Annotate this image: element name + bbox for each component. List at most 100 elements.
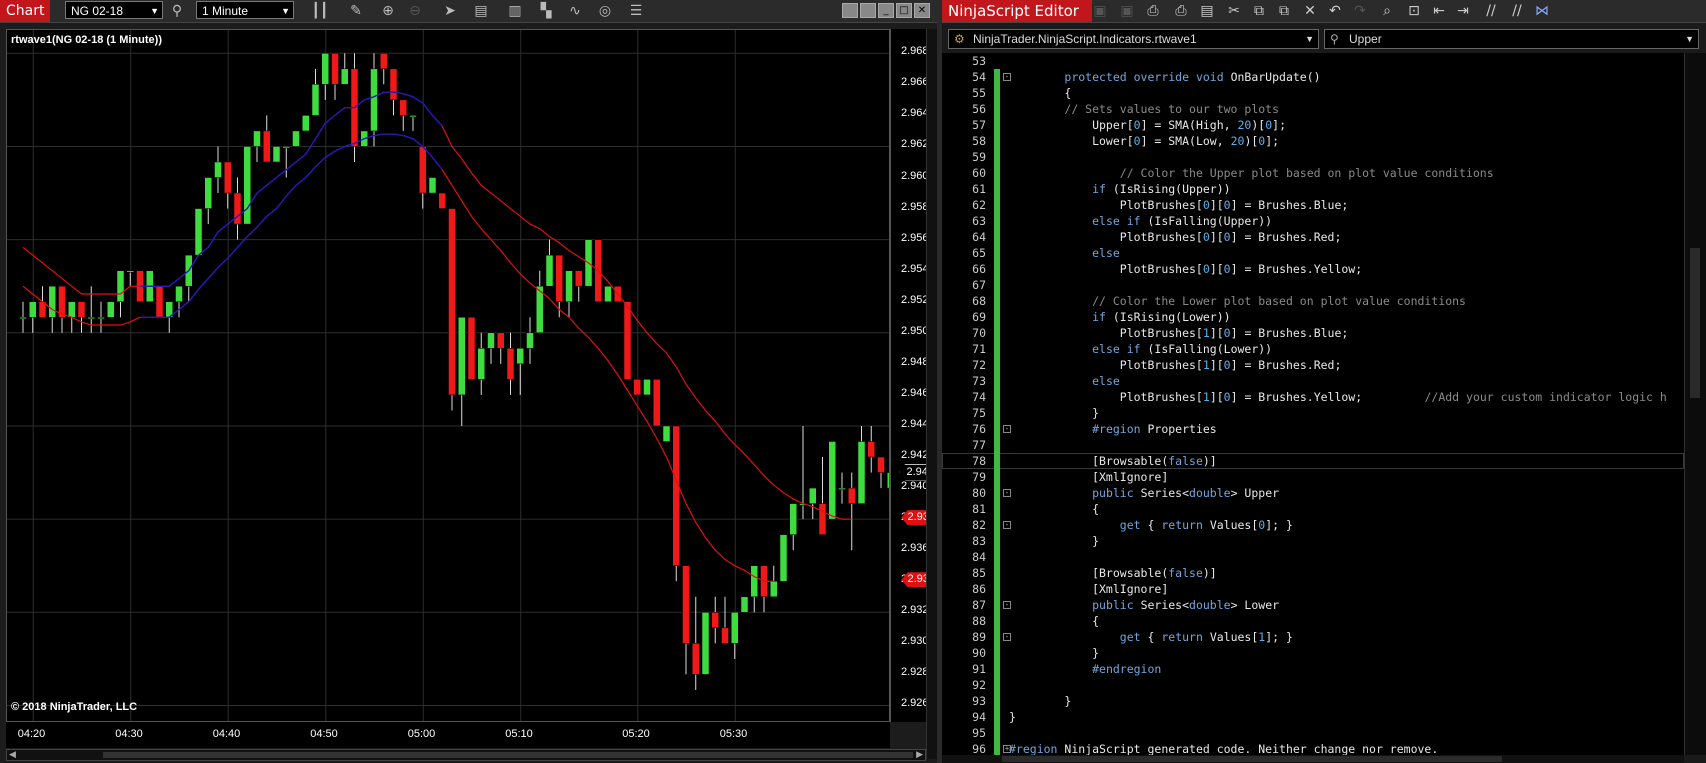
scroll-right-icon[interactable]: ▶ bbox=[916, 750, 923, 760]
file-selector[interactable]: ⚙ NinjaTrader.NinjaScript.Indicators.rtw… bbox=[948, 29, 1319, 49]
chart-plot-area[interactable]: rtwave1(NG 02-18 (1 Minute)) © 2018 Ninj… bbox=[6, 29, 890, 722]
bar-type-icon[interactable]: ┃┃ bbox=[311, 2, 329, 20]
time-axis[interactable]: 04:20 04:30 04:40 04:50 05:00 05:10 05:20 05:30 bbox=[6, 722, 890, 748]
code-line[interactable]: 79 [XmlIgnore] bbox=[942, 469, 1684, 485]
close-icon[interactable]: ✕ bbox=[914, 3, 930, 18]
code-line[interactable]: 55 { bbox=[942, 85, 1684, 101]
pencil-icon[interactable]: ✎ bbox=[347, 2, 365, 20]
indicators-icon[interactable]: ∿ bbox=[566, 2, 584, 20]
zoom-out-icon[interactable]: ⊖ bbox=[406, 2, 424, 20]
editor-tab[interactable]: NinjaScript Editor bbox=[942, 0, 1092, 22]
code-line[interactable]: 94} bbox=[942, 709, 1684, 725]
zoom-in-icon[interactable]: ⊕ bbox=[379, 2, 397, 20]
code-line[interactable]: 77 bbox=[942, 437, 1684, 453]
scrollbar-thumb[interactable] bbox=[1002, 756, 1502, 762]
instrument-selector[interactable]: NG 02-18 ▼ bbox=[65, 1, 163, 19]
code-line[interactable]: 87- public Series<double> Lower bbox=[942, 597, 1684, 613]
save-icon[interactable]: ▣ bbox=[1090, 2, 1110, 20]
properties-icon[interactable]: ▤ bbox=[472, 2, 490, 20]
print-preview-icon[interactable]: ⎙ bbox=[1171, 2, 1191, 20]
change-marker bbox=[994, 277, 1000, 293]
find-icon[interactable]: ⌕ bbox=[1377, 2, 1397, 20]
code-line[interactable]: 95 bbox=[942, 725, 1684, 741]
code-editor[interactable]: 53 54- protected override void OnBarUpdat… bbox=[942, 53, 1684, 755]
outdent-icon[interactable]: ⇤ bbox=[1429, 2, 1449, 20]
visual-studio-icon[interactable]: ⋈ bbox=[1532, 2, 1552, 20]
change-marker bbox=[994, 213, 1000, 229]
line-number: 83 bbox=[972, 534, 986, 548]
horizontal-scrollbar[interactable]: ◀ ▶ bbox=[6, 749, 926, 761]
cut-icon[interactable]: ✂ bbox=[1224, 2, 1244, 20]
interval-selector[interactable]: 1 Minute ▼ bbox=[196, 1, 294, 19]
code-line[interactable]: 54- protected override void OnBarUpdate(… bbox=[942, 69, 1684, 85]
code-line[interactable]: 91 #endregion bbox=[942, 661, 1684, 677]
restore-icon[interactable] bbox=[842, 3, 858, 18]
code-line[interactable]: 61 if (IsRising(Upper)) bbox=[942, 181, 1684, 197]
editor-horizontal-scrollbar[interactable] bbox=[942, 755, 1684, 763]
editor-vertical-scrollbar[interactable] bbox=[1684, 53, 1706, 755]
undo-icon[interactable]: ↶ bbox=[1325, 2, 1345, 20]
member-selector[interactable]: ⚲ Upper ▼ bbox=[1324, 29, 1699, 49]
code-line[interactable]: 69 if (IsRising(Lower)) bbox=[942, 309, 1684, 325]
code-line[interactable]: 60 // Color the Upper plot based on plot… bbox=[942, 165, 1684, 181]
uncomment-icon[interactable]: // bbox=[1507, 2, 1527, 20]
code-line[interactable]: 80- public Series<double> Upper bbox=[942, 485, 1684, 501]
code-line[interactable]: 56 // Sets values to our two plots bbox=[942, 101, 1684, 117]
print-icon[interactable]: ⎙ bbox=[1143, 2, 1163, 20]
code-line[interactable]: 67 bbox=[942, 277, 1684, 293]
code-line[interactable]: 86 [XmlIgnore] bbox=[942, 581, 1684, 597]
code-line[interactable]: 90 } bbox=[942, 645, 1684, 661]
code-line[interactable]: 88 { bbox=[942, 613, 1684, 629]
strategies-icon[interactable]: ▚ bbox=[537, 2, 555, 20]
code-line[interactable]: 81 { bbox=[942, 501, 1684, 517]
code-line[interactable]: 83 } bbox=[942, 533, 1684, 549]
scrollbar-thumb[interactable] bbox=[1690, 248, 1700, 398]
copy-icon[interactable]: ⧉ bbox=[1249, 2, 1269, 20]
code-line[interactable]: 64 PlotBrushes[0][0] = Brushes.Red; bbox=[942, 229, 1684, 245]
code-line[interactable]: 65 else bbox=[942, 245, 1684, 261]
search-icon[interactable]: ⚲ bbox=[168, 2, 186, 20]
code-line[interactable]: 68 // Color the Lower plot based on plot… bbox=[942, 293, 1684, 309]
candle-down bbox=[867, 441, 875, 458]
save-as-icon[interactable]: ▣ bbox=[1117, 2, 1137, 20]
properties-icon[interactable]: ▤ bbox=[1197, 2, 1217, 20]
code-line[interactable]: 75 } bbox=[942, 405, 1684, 421]
tile-icon[interactable] bbox=[860, 3, 876, 18]
code-line[interactable]: 58 Lower[0] = SMA(Low, 20)[0]; bbox=[942, 133, 1684, 149]
code-line[interactable]: 73 else bbox=[942, 373, 1684, 389]
code-line[interactable]: 89- get { return Values[1]; } bbox=[942, 629, 1684, 645]
code-line[interactable]: 82- get { return Values[0]; } bbox=[942, 517, 1684, 533]
minimize-icon[interactable]: _ bbox=[878, 3, 894, 18]
code-line[interactable]: 74 PlotBrushes[1][0] = Brushes.Yellow; /… bbox=[942, 389, 1684, 405]
paste-icon[interactable]: ⧉ bbox=[1274, 2, 1294, 20]
code-line[interactable]: 66 PlotBrushes[0][0] = Brushes.Yellow; bbox=[942, 261, 1684, 277]
code-line[interactable]: 85 [Browsable(false)] bbox=[942, 565, 1684, 581]
code-line[interactable]: 53 bbox=[942, 53, 1684, 69]
code-line[interactable]: 78 [Browsable(false)] bbox=[942, 453, 1684, 469]
pointer-icon[interactable]: ➤ bbox=[441, 2, 459, 20]
code-line[interactable]: 62 PlotBrushes[0][0] = Brushes.Blue; bbox=[942, 197, 1684, 213]
goto-icon[interactable]: ⊡ bbox=[1404, 2, 1424, 20]
code-line[interactable]: 93 } bbox=[942, 693, 1684, 709]
scrollbar-thumb[interactable] bbox=[103, 752, 913, 758]
code-line[interactable]: 84 bbox=[942, 549, 1684, 565]
chart-tab[interactable]: Chart bbox=[0, 0, 50, 22]
code-line[interactable]: 59 bbox=[942, 149, 1684, 165]
redo-icon[interactable]: ↷ bbox=[1350, 2, 1370, 20]
data-series-icon[interactable]: ▥ bbox=[506, 2, 524, 20]
code-line[interactable]: 57 Upper[0] = SMA(High, 20)[0]; bbox=[942, 117, 1684, 133]
code-line[interactable]: 76- #region Properties bbox=[942, 421, 1684, 437]
code-line[interactable]: 63 else if (IsFalling(Upper)) bbox=[942, 213, 1684, 229]
list-icon[interactable]: ☰ bbox=[627, 2, 645, 20]
indent-icon[interactable]: ⇥ bbox=[1453, 2, 1473, 20]
code-line[interactable]: 96 + #region NinjaScript generated code. N… bbox=[942, 741, 1684, 755]
scroll-left-icon[interactable]: ◀ bbox=[9, 750, 16, 760]
delete-icon[interactable]: ✕ bbox=[1300, 2, 1320, 20]
code-line[interactable]: 72 PlotBrushes[1][0] = Brushes.Red; bbox=[942, 357, 1684, 373]
code-line[interactable]: 70 PlotBrushes[1][0] = Brushes.Blue; bbox=[942, 325, 1684, 341]
code-line[interactable]: 92 bbox=[942, 677, 1684, 693]
maximize-icon[interactable]: □ bbox=[896, 3, 912, 18]
refresh-icon[interactable]: ◎ bbox=[596, 2, 614, 20]
code-line[interactable]: 71 else if (IsFalling(Lower)) bbox=[942, 341, 1684, 357]
comment-icon[interactable]: // bbox=[1481, 2, 1501, 20]
